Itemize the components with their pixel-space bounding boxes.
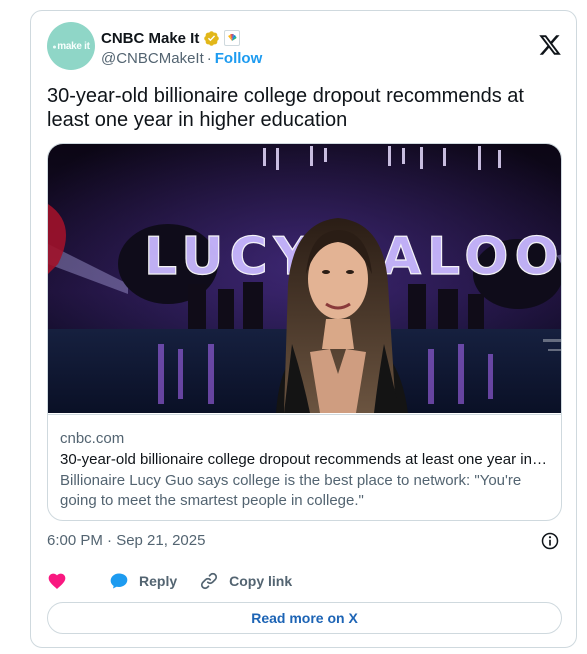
gold-verified-badge-icon: [204, 30, 220, 46]
tweet-text: 30-year-old billionaire college dropout …: [47, 85, 524, 131]
embedded-tweet-card: ●make it CNBC Make It @CNBCMakeIt · Foll…: [30, 10, 577, 648]
reply-button[interactable]: Reply: [109, 571, 177, 591]
tweet-actions: Reply Copy link: [47, 569, 562, 593]
info-icon[interactable]: [540, 531, 560, 551]
avatar[interactable]: ●make it: [47, 22, 95, 70]
like-button[interactable]: [47, 571, 77, 591]
heart-icon: [48, 573, 66, 589]
link-icon: [201, 572, 218, 590]
link-preview-text: cnbc.com 30-year-old billionaire college…: [48, 414, 561, 520]
tweet-timestamp[interactable]: 6:00 PM · Sep 21, 2025: [47, 532, 205, 549]
reply-bubble-icon: [110, 573, 128, 589]
author-handle[interactable]: @CNBCMakeIt: [101, 50, 204, 67]
link-title[interactable]: 30-year-old billionaire college dropout …: [60, 450, 551, 470]
copy-link-button[interactable]: Copy link: [199, 571, 292, 591]
separator-dot: ·: [206, 50, 212, 67]
tweet-header: ●make it CNBC Make It @CNBCMakeIt · Foll…: [47, 22, 562, 72]
nbc-peacock-icon: [224, 30, 241, 46]
link-domain: cnbc.com: [60, 430, 125, 447]
article-photo[interactable]: LUCY PALOOZA: [48, 144, 562, 413]
follow-button[interactable]: Follow: [215, 50, 263, 67]
author-display-name[interactable]: CNBC Make It: [101, 30, 199, 47]
link-preview-card[interactable]: LUCY PALOOZA: [47, 143, 562, 521]
link-description: Billionaire Lucy Guo says college is the…: [60, 472, 522, 509]
reply-label: Reply: [139, 573, 178, 589]
author-info: CNBC Make It @CNBCMakeIt · Follow: [101, 28, 263, 68]
read-more-button[interactable]: Read more on X: [47, 602, 562, 634]
timestamp-row: 6:00 PM · Sep 21, 2025: [47, 531, 562, 551]
copy-link-label: Copy link: [229, 573, 293, 589]
cnbc-make-it-logo: ●make it: [52, 40, 90, 52]
x-logo-icon[interactable]: [538, 33, 562, 57]
